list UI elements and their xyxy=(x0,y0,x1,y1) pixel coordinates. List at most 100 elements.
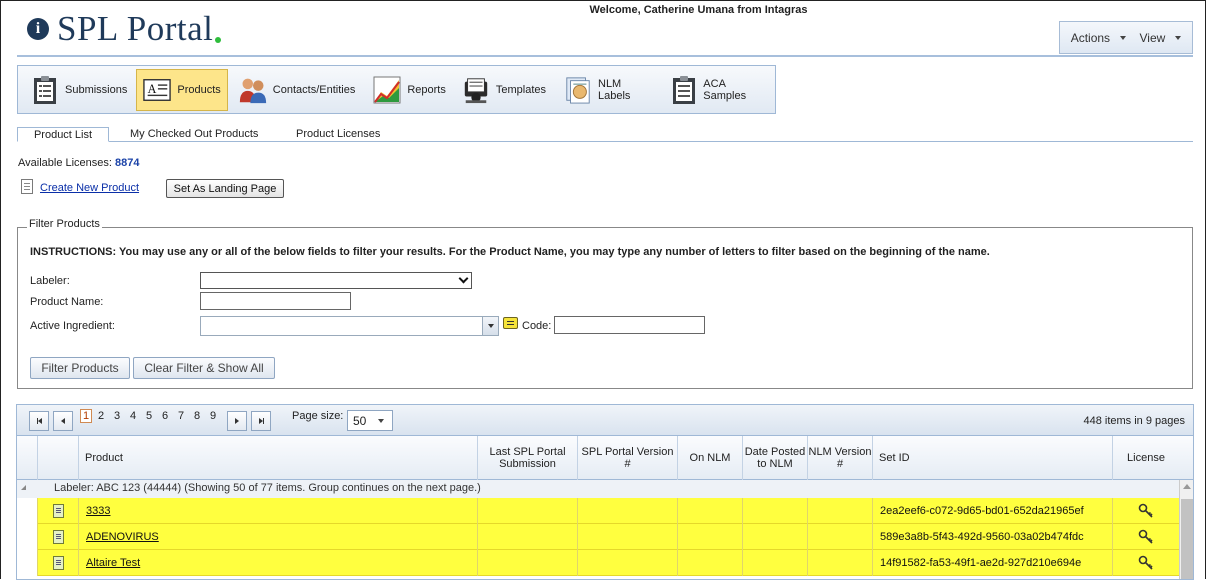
row-icon-cell xyxy=(37,550,78,576)
col-nlm-version[interactable]: NLM Version # xyxy=(807,436,872,480)
code-label: Code: xyxy=(522,320,552,332)
key-icon[interactable] xyxy=(1138,503,1154,519)
last-page-button[interactable] xyxy=(251,411,271,431)
nav-products[interactable]: A Products xyxy=(136,68,228,111)
nav-contacts-entities[interactable]: Contacts/Entities xyxy=(232,69,363,111)
rolodex-icon xyxy=(462,75,490,105)
page-3[interactable]: 3 xyxy=(114,410,120,422)
products-grid: 1 2 3 4 5 6 7 8 9 Page size: 50 448 item… xyxy=(16,404,1194,580)
col-set-id[interactable]: Set ID xyxy=(872,436,1112,480)
code-input[interactable] xyxy=(554,316,705,334)
row-icon-cell xyxy=(37,524,78,550)
nav-aca-samples-label: ACA Samples xyxy=(703,77,747,102)
actions-menu[interactable]: Actions xyxy=(1071,31,1127,45)
nav-aca-samples[interactable]: ACA Samples xyxy=(664,69,775,111)
clear-filter-button[interactable]: Clear Filter & Show All xyxy=(133,357,275,379)
col-portal-version[interactable]: SPL Portal Version # xyxy=(577,436,677,480)
table-row[interactable]: 3333 2ea2eef6-c072-9d65-bd01-652da21965e… xyxy=(37,498,1179,524)
labeler-select[interactable] xyxy=(200,272,472,289)
col-license[interactable]: License xyxy=(1112,436,1179,480)
page-size-select[interactable]: 50 xyxy=(347,410,393,431)
page-1[interactable]: 1 xyxy=(80,409,93,423)
nav-products-label: Products xyxy=(177,83,221,96)
page-4[interactable]: 4 xyxy=(130,410,136,422)
table-row[interactable]: ADENOVIRUS 589e3a8b-5f43-492d-9560-03a02… xyxy=(37,524,1179,550)
labeler-label: Labeler: xyxy=(30,275,70,287)
nav-templates[interactable]: Templates xyxy=(455,69,553,111)
collapse-group-icon[interactable] xyxy=(21,485,26,490)
available-licenses-count: 8874 xyxy=(115,157,140,169)
next-page-button[interactable] xyxy=(227,411,247,431)
product-name-label: Product Name: xyxy=(30,296,104,308)
active-ingredient-combobox[interactable] xyxy=(200,316,499,336)
page-size-label: Page size: xyxy=(292,410,344,422)
key-icon[interactable] xyxy=(1138,555,1154,571)
actions-view-menubar: Actions View xyxy=(1059,21,1193,54)
group-label: Labeler: ABC 123 (44444) (Showing 50 of … xyxy=(54,482,481,494)
note-icon[interactable] xyxy=(503,317,518,329)
tab-my-checked-out-products[interactable]: My Checked Out Products xyxy=(118,127,270,142)
product-link[interactable]: ADENOVIRUS xyxy=(79,531,159,543)
grid-header: Product Last SPL Portal Submission SPL P… xyxy=(17,436,1193,480)
page-6[interactable]: 6 xyxy=(162,410,168,422)
labels-icon xyxy=(564,75,592,105)
nav-reports-label: Reports xyxy=(407,83,446,96)
available-licenses: Available Licenses: 8874 xyxy=(18,157,140,169)
create-new-product-link[interactable]: Create New Product xyxy=(40,182,139,194)
document-a-icon: A xyxy=(143,75,172,105)
col-date-posted[interactable]: Date Posted to NLM xyxy=(742,436,807,480)
scrollbar-thumb[interactable] xyxy=(1181,499,1193,579)
svg-text:A: A xyxy=(148,81,157,95)
group-row[interactable]: Labeler: ABC 123 (44444) (Showing 50 of … xyxy=(17,480,1179,498)
row-icon-cell xyxy=(37,498,78,524)
page-9[interactable]: 9 xyxy=(210,410,216,422)
page-8[interactable]: 8 xyxy=(194,410,200,422)
active-ingredient-dropdown-button[interactable] xyxy=(482,317,498,335)
col-select xyxy=(37,436,78,480)
product-link[interactable]: Altaire Test xyxy=(79,557,140,569)
nav-nlm-labels-label: NLM Labels xyxy=(598,77,631,102)
page-5[interactable]: 5 xyxy=(146,410,152,422)
document-icon[interactable] xyxy=(52,530,64,544)
instructions-heading: INSTRUCTIONS: xyxy=(30,246,117,258)
product-link[interactable]: 3333 xyxy=(79,505,110,517)
set-as-landing-page-button[interactable]: Set As Landing Page xyxy=(166,179,284,198)
col-last-submission[interactable]: Last SPL Portal Submission xyxy=(477,436,577,480)
view-menu[interactable]: View xyxy=(1139,31,1182,45)
chevron-down-icon xyxy=(378,418,385,423)
filter-products-button[interactable]: Filter Products xyxy=(30,357,130,379)
chevron-down-icon xyxy=(1120,35,1127,40)
page-2[interactable]: 2 xyxy=(98,410,104,422)
first-page-icon xyxy=(37,418,42,424)
nav-reports[interactable]: Reports xyxy=(366,69,453,111)
product-sub-tabs: Product List My Checked Out Products Pro… xyxy=(17,127,1193,142)
col-product[interactable]: Product xyxy=(78,436,477,480)
set-id: 14f91582-fa53-49f1-ae2d-927d210e694e xyxy=(880,557,1082,569)
table-row[interactable]: Altaire Test 14f91582-fa53-49f1-ae2d-927… xyxy=(37,550,1179,576)
col-on-nlm[interactable]: On NLM xyxy=(677,436,742,480)
document-icon[interactable] xyxy=(52,556,64,570)
first-page-button[interactable] xyxy=(29,411,49,431)
document-icon[interactable] xyxy=(52,504,64,518)
key-icon[interactable] xyxy=(1138,529,1154,545)
page-7[interactable]: 7 xyxy=(178,410,184,422)
logo-dot xyxy=(215,37,222,43)
clipboard-icon xyxy=(31,75,59,105)
tab-product-list[interactable]: Product List xyxy=(17,127,109,142)
new-document-icon[interactable] xyxy=(21,179,33,194)
chevron-down-icon xyxy=(458,273,469,284)
chevron-down-icon xyxy=(1175,35,1182,40)
filter-products-legend: Filter Products xyxy=(27,218,102,230)
nav-nlm-labels[interactable]: NLM Labels xyxy=(557,69,660,111)
tab-product-licenses[interactable]: Product Licenses xyxy=(284,127,392,142)
product-name-input[interactable] xyxy=(200,292,351,310)
page-size-value: 50 xyxy=(353,413,367,428)
available-licenses-label: Available Licenses: xyxy=(18,157,112,169)
chart-icon xyxy=(373,75,401,105)
set-id: 589e3a8b-5f43-492d-9560-03a02b474fdc xyxy=(880,531,1084,543)
welcome-message: Welcome, Catherine Umana from Intagras xyxy=(589,4,808,16)
clipboard-icon xyxy=(671,75,698,105)
nav-submissions[interactable]: Submissions xyxy=(24,69,134,111)
scroll-up-icon[interactable] xyxy=(1183,484,1191,489)
previous-page-button[interactable] xyxy=(53,411,73,431)
